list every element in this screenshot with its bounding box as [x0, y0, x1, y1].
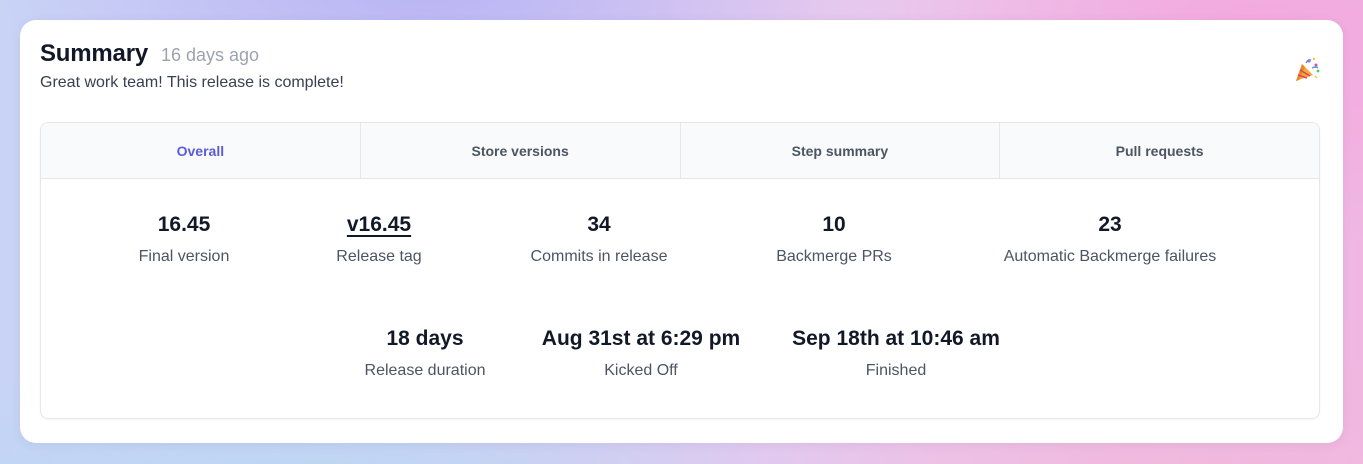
stat-finished: Sep 18th at 10:46 am Finished — [792, 325, 1000, 381]
release-tag-link[interactable]: v16.45 — [336, 211, 421, 239]
stat-label: Release duration — [364, 362, 486, 379]
stat-label: Automatic Backmerge failures — [1003, 248, 1217, 265]
stat-backmerge-prs: 10 Backmerge PRs — [776, 211, 892, 267]
stat-label: Kicked Off — [604, 362, 678, 379]
tab-pull-requests[interactable]: Pull requests — [1000, 123, 1319, 178]
stat-label: Release tag — [336, 248, 422, 265]
stat-value: Aug 31st at 6:29 pm — [541, 327, 741, 350]
stat-kicked-off: Aug 31st at 6:29 pm Kicked Off — [542, 325, 740, 381]
party-popper-icon — [1296, 57, 1320, 81]
stat-release-tag: v16.45 Release tag — [336, 211, 421, 267]
stat-release-duration: 18 days Release duration — [365, 325, 486, 381]
tab-store-versions[interactable]: Store versions — [361, 123, 681, 178]
stat-value: 18 days — [386, 327, 464, 350]
stat-value: 16.45 — [157, 213, 211, 236]
summary-panel: Overall Store versions Step summary Pull… — [40, 122, 1320, 419]
stat-value: 34 — [587, 213, 611, 236]
stat-backmerge-failures: 23 Automatic Backmerge failures — [1004, 211, 1217, 267]
stat-label: Final version — [138, 248, 230, 265]
time-ago: 16 days ago — [160, 45, 260, 65]
stat-label: Finished — [865, 362, 927, 379]
stat-value: 10 — [822, 213, 846, 236]
stat-value: 23 — [1098, 213, 1122, 236]
page-title: Summary — [40, 40, 148, 67]
stat-label: Commits in release — [530, 248, 668, 265]
stat-label: Backmerge PRs — [776, 248, 892, 265]
tab-overall[interactable]: Overall — [41, 123, 361, 178]
completion-message: Great work team! This release is complet… — [40, 74, 344, 91]
stat-value: Sep 18th at 10:46 am — [792, 327, 1000, 350]
stat-final-version: 16.45 Final version — [139, 211, 230, 267]
summary-header: Summary 16 days ago — [40, 40, 259, 68]
tab-step-summary[interactable]: Step summary — [681, 123, 1001, 178]
stat-commits: 34 Commits in release — [531, 211, 668, 267]
summary-card: Summary 16 days ago Great work team! Thi… — [20, 20, 1343, 443]
tab-bar: Overall Store versions Step summary Pull… — [41, 123, 1319, 179]
